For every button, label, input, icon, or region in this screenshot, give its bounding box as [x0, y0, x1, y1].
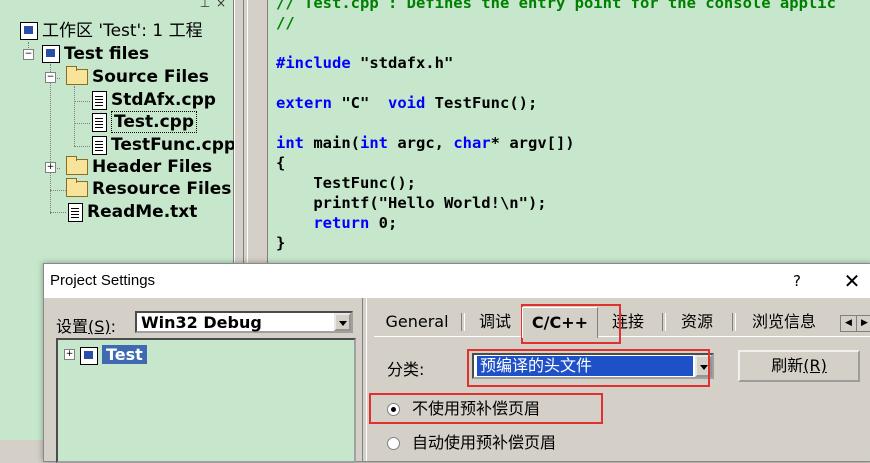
dialog-titlebar[interactable]: Project Settings ? ✕: [44, 264, 870, 298]
project-label: Test files: [64, 44, 150, 64]
tab-c-cpp[interactable]: C/C++: [522, 307, 598, 338]
cpp-file-icon: [92, 112, 107, 132]
code-editor[interactable]: // Test.cpp : Defines the entry point fo…: [268, 0, 870, 265]
code-line: #include "stdafx.h": [276, 54, 454, 72]
workspace-title: 工作区 'Test': 1 工程: [42, 21, 203, 41]
splitter-groove: [243, 0, 248, 270]
expand-icon[interactable]: +: [45, 162, 56, 173]
tab-browse-info[interactable]: 浏览信息: [736, 309, 832, 335]
file-label: ReadMe.txt: [87, 202, 198, 222]
settings-colon: :: [110, 317, 117, 336]
refresh-label: 刷新: [771, 356, 804, 375]
config-value: Win32 Debug: [141, 313, 262, 332]
folder-label: Resource Files: [92, 179, 232, 199]
tree-node-label: Test: [102, 345, 147, 364]
project-settings-dialog: Project Settings ? ✕ 设置(S): Win32 Debug …: [43, 263, 870, 463]
workspace-root[interactable]: 工作区 'Test': 1 工程: [20, 20, 203, 42]
scroll-left-icon[interactable]: ◀: [840, 315, 857, 332]
tab-general[interactable]: General: [374, 309, 460, 335]
folder-open-icon: [66, 66, 88, 85]
workspace-titlebar-controls: ⊥ ×: [170, 0, 230, 12]
dock-icon[interactable]: ⊥: [198, 0, 212, 10]
help-button[interactable]: ?: [784, 270, 810, 292]
file-label: Test.cpp: [111, 111, 197, 133]
dialog-separator: [362, 298, 367, 461]
tree-file-selected[interactable]: Test.cpp: [92, 111, 197, 133]
tree-line: [74, 101, 90, 102]
scroll-right-icon[interactable]: ▶: [856, 315, 870, 332]
settings-accel: (S): [88, 317, 111, 336]
tree-line: [74, 123, 90, 124]
tab-scroll-buttons: ◀ ▶: [840, 307, 870, 332]
tab-separator: [461, 313, 465, 331]
refresh-accel: (R): [803, 356, 827, 375]
workspace-icon: [20, 22, 38, 40]
code-line: return 0;: [313, 214, 398, 232]
tab-resources[interactable]: 资源: [666, 309, 728, 335]
project-icon: [80, 346, 98, 365]
code-line: }: [276, 234, 286, 252]
category-label: 分类:: [387, 360, 425, 379]
dialog-body: 设置(S): Win32 Debug + Test General 调试 C/C…: [44, 298, 870, 463]
folder-label: Header Files: [92, 157, 213, 177]
radio-button[interactable]: [387, 437, 400, 450]
file-label: TestFunc.cpp: [111, 135, 237, 155]
tree-file[interactable]: TestFunc.cpp: [92, 134, 236, 156]
category-value: 预编译的头文件: [477, 356, 693, 376]
radio-label: 自动使用预补偿页眉: [412, 433, 557, 452]
code-line: //: [276, 14, 295, 32]
pane-splitter[interactable]: [234, 0, 268, 270]
cpp-file-icon: [92, 90, 107, 110]
settings-label: 设置(S):: [56, 313, 116, 337]
chevron-down-icon[interactable]: [334, 313, 351, 331]
cpp-file-icon: [92, 135, 107, 155]
tree-project[interactable]: − Test files: [20, 43, 149, 65]
code-line: // Test.cpp : Defines the entry point fo…: [276, 0, 836, 12]
category-dropdown[interactable]: 预编译的头文件: [472, 353, 714, 379]
tree-line: [50, 190, 66, 191]
tree-folder-source[interactable]: − Source Files: [42, 66, 209, 88]
text-file-icon: [68, 202, 83, 222]
project-icon: [42, 45, 60, 63]
tab-pane-border: [374, 336, 870, 337]
settings-tabs: General 调试 C/C++ 连接 资源 浏览信息: [374, 307, 870, 338]
refresh-button[interactable]: 刷新(R): [738, 350, 860, 382]
radio-no-precompiled[interactable]: 不使用预补偿页眉: [387, 397, 540, 421]
folder-icon: [66, 156, 88, 175]
tree-folder-header[interactable]: + Header Files: [42, 156, 212, 178]
radio-auto-precompiled[interactable]: 自动使用预补偿页眉: [387, 431, 556, 455]
dialog-title: Project Settings: [50, 272, 156, 289]
chevron-down-icon[interactable]: [695, 355, 712, 377]
code-line: {: [276, 154, 286, 172]
code-line: TestFunc();: [276, 174, 416, 192]
tree-line: [50, 212, 66, 213]
folder-icon: [66, 178, 88, 197]
collapse-icon[interactable]: −: [23, 49, 34, 60]
code-line: printf("Hello World!\n");: [276, 194, 547, 212]
folder-label: Source Files: [92, 67, 209, 87]
code-line: int main(int argc, char* argv[]): [276, 134, 575, 152]
collapse-icon[interactable]: −: [45, 72, 56, 83]
radio-button-checked[interactable]: [387, 403, 400, 416]
close-button[interactable]: ✕: [840, 269, 864, 293]
tree-line: [74, 146, 90, 147]
tree-folder-resource[interactable]: Resource Files: [66, 178, 231, 200]
tree-node-test[interactable]: Test: [80, 345, 147, 365]
tree-file[interactable]: StdAfx.cpp: [92, 89, 216, 111]
tab-link[interactable]: 连接: [598, 309, 658, 335]
radio-label: 不使用预补偿页眉: [412, 399, 541, 418]
code-line: extern "C" void TestFunc();: [276, 94, 538, 112]
file-label: StdAfx.cpp: [111, 90, 216, 110]
config-dropdown[interactable]: Win32 Debug: [135, 311, 353, 333]
close-icon[interactable]: ×: [214, 0, 228, 10]
tree-file-readme[interactable]: ReadMe.txt: [68, 201, 197, 223]
settings-label-text: 设置: [56, 317, 89, 336]
tree-line: [74, 86, 75, 146]
tab-debug[interactable]: 调试: [466, 309, 524, 335]
project-tree[interactable]: + Test: [56, 338, 356, 463]
expand-icon[interactable]: +: [64, 349, 75, 360]
